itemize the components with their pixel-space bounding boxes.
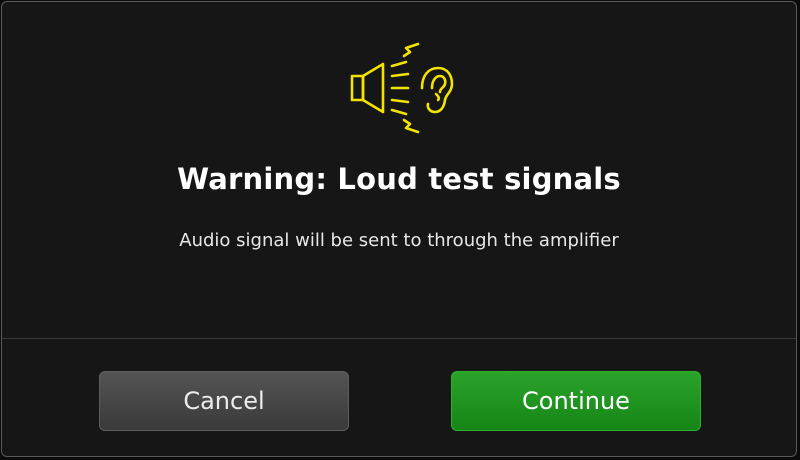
speaker-loud-ear-icon [348,42,458,134]
dialog-title: Warning: Loud test signals [177,162,621,196]
divider [2,338,796,339]
continue-button[interactable]: Continue [451,371,701,431]
dialog-message: Audio signal will be sent to through the… [179,230,619,251]
cancel-button[interactable]: Cancel [99,371,349,431]
loud-signal-warning-dialog: Warning: Loud test signals Audio signal … [1,1,797,457]
